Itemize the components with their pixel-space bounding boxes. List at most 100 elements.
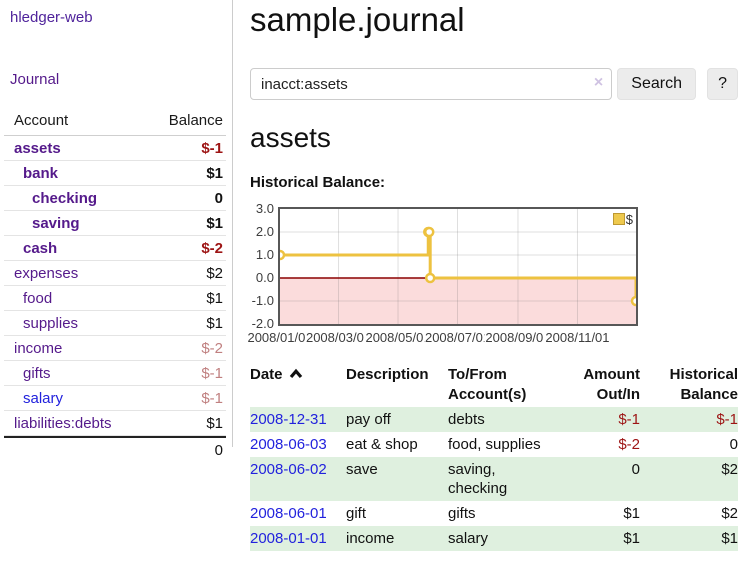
search-input[interactable] — [250, 68, 612, 100]
register-column-header: Description — [346, 363, 448, 407]
help-button[interactable]: ? — [707, 68, 738, 100]
account-balance: $-2 — [201, 240, 223, 257]
x-axis-tick-label: 2008/05/01 — [364, 330, 431, 345]
sidebar-account-row: food $1 — [4, 286, 226, 311]
chart-canvas — [280, 209, 636, 324]
transaction-amount: $1 — [554, 526, 640, 551]
x-axis-tick-label: 2008/03/01 — [305, 330, 372, 345]
account-balance: $-1 — [201, 390, 223, 407]
transaction-date-link[interactable]: 2008-12-31 — [250, 411, 327, 428]
sidebar-account-link-bank[interactable]: bank — [4, 165, 58, 182]
column-header-text: Balance — [680, 386, 738, 403]
sidebar-nav: Journal — [10, 71, 232, 88]
sidebar-account-link-checking[interactable]: checking — [4, 190, 97, 207]
account-balance: $1 — [206, 215, 223, 232]
register-row: 2008-01-01incomesalary$1$1 — [250, 526, 738, 551]
account-balance: $1 — [206, 415, 223, 432]
chart-plot-area: $ — [278, 207, 638, 326]
sidebar-account-link-salary[interactable]: salary — [4, 390, 63, 407]
accounts-header-balance: Balance — [169, 112, 223, 129]
sidebar-account-row: cash $-2 — [4, 236, 226, 261]
account-balance: $2 — [206, 265, 223, 282]
sidebar-account-row: assets $-1 — [4, 136, 226, 161]
sidebar-account-link-supplies[interactable]: supplies — [4, 315, 78, 332]
column-header-text: To/From — [448, 366, 507, 383]
register-row: 2008-12-31pay offdebts$-1$-1 — [250, 407, 738, 432]
transaction-amount: $1 — [554, 501, 640, 526]
sidebar-account-link-income[interactable]: income — [4, 340, 62, 357]
accounts-header-account: Account — [14, 112, 68, 129]
register-row: 2008-06-02savesaving, checking0$2 — [250, 457, 738, 501]
account-balance: $1 — [206, 315, 223, 332]
transaction-balance: 0 — [640, 432, 738, 457]
y-axis-tick-label: 3.0 — [250, 201, 274, 217]
app-brand-link[interactable]: hledger-web — [10, 9, 232, 26]
transaction-accounts: gifts — [448, 501, 554, 526]
account-balance: $-1 — [201, 140, 223, 157]
sidebar-account-link-saving[interactable]: saving — [4, 215, 80, 232]
register-row: 2008-06-01 giftgifts$1$2 — [250, 501, 738, 526]
sidebar-account-row: gifts$-1 — [4, 361, 226, 386]
y-axis-tick-label: 2.0 — [250, 224, 274, 240]
x-axis-tick-label: 2008/11/01 — [544, 330, 610, 345]
transaction-balance: $2 — [640, 457, 738, 501]
transaction-description: gift — [346, 501, 448, 526]
register-column-header: Date — [250, 363, 346, 407]
register-table: Date Description To/From Account(s) Amount Ou… — [250, 363, 738, 551]
sidebar-account-link-assets[interactable]: assets — [4, 140, 61, 157]
accounts-total-value: 0 — [215, 442, 223, 463]
sidebar-accounts-body: assets $-1 bank $1 checking0 saving $1 cash $-2 e… — [4, 136, 226, 436]
sidebar-account-row: saving $1 — [4, 211, 226, 236]
account-balance: $1 — [206, 165, 223, 182]
clear-search-icon[interactable]: × — [594, 74, 603, 92]
transaction-date-link[interactable]: 2008-06-03 — [250, 436, 327, 453]
column-header-text: Historical — [670, 366, 738, 383]
y-axis-tick-label: 0.0 — [250, 270, 274, 286]
x-axis-tick-label: 2008/01/01 — [246, 330, 313, 345]
nav-journal-link[interactable]: Journal — [10, 71, 59, 88]
transaction-description: income — [346, 526, 448, 551]
register-column-header: To/From Account(s) — [448, 363, 554, 407]
sidebar-account-link-cash[interactable]: cash — [4, 240, 57, 257]
y-axis-tick-label: -1.0 — [250, 293, 274, 309]
column-header-text: Out/In — [597, 386, 640, 403]
accounts-panel: Account Balance assets$-1bank$1checking0… — [4, 111, 226, 463]
transaction-accounts: salary — [448, 526, 554, 551]
transaction-balance: $-1 — [640, 407, 738, 432]
sidebar-account-row: salary $-1 — [4, 386, 226, 411]
register-column-header: Amount Out/In — [554, 363, 640, 407]
column-header-text: Account(s) — [448, 386, 526, 403]
transaction-amount: 0 — [554, 457, 640, 501]
account-balance: $1 — [206, 290, 223, 307]
transaction-amount: $-1 — [554, 407, 640, 432]
chart-title: Historical Balance: — [250, 174, 738, 191]
register-header-row: Date Description To/From Account(s) Amount Ou… — [250, 363, 738, 407]
search-button[interactable]: Search — [617, 68, 696, 100]
column-header-text: Description — [346, 366, 429, 383]
sort-ascending-icon — [289, 368, 303, 379]
account-title: assets — [250, 123, 738, 152]
transaction-balance: $2 — [640, 501, 738, 526]
column-header-text: Amount — [583, 366, 640, 383]
transaction-date-link[interactable]: 2008-06-01 — [250, 505, 327, 522]
sidebar-account-row: income $-2 — [4, 336, 226, 361]
transaction-amount: $-2 — [554, 432, 640, 457]
transaction-accounts: saving, checking — [448, 457, 554, 501]
x-axis-tick-label: 2008/09/01 — [484, 330, 551, 345]
transaction-date-link[interactable]: 2008-06-02 — [250, 461, 327, 478]
search-box: × — [250, 68, 612, 100]
transaction-balance: $1 — [640, 526, 738, 551]
register-row: 2008-06-03eat & shopfood, supplies$-20 — [250, 432, 738, 457]
transaction-accounts: debts — [448, 407, 554, 432]
sidebar-account-link-liabilities-debts[interactable]: liabilities:debts — [4, 415, 112, 432]
sidebar-account-link-gifts[interactable]: gifts — [4, 365, 51, 382]
sidebar-account-link-expenses[interactable]: expenses — [4, 265, 78, 282]
chart-legend: $ — [613, 212, 633, 227]
transaction-date-link[interactable]: 2008-01-01 — [250, 530, 327, 547]
sidebar-account-row: checking0 — [4, 186, 226, 211]
sidebar-account-link-food[interactable]: food — [4, 290, 52, 307]
page-title: sample.journal — [250, 2, 738, 38]
account-balance: $-2 — [201, 340, 223, 357]
column-header-text: Date — [250, 366, 283, 383]
x-axis-tick-label: 2008/07/01 — [424, 330, 491, 345]
